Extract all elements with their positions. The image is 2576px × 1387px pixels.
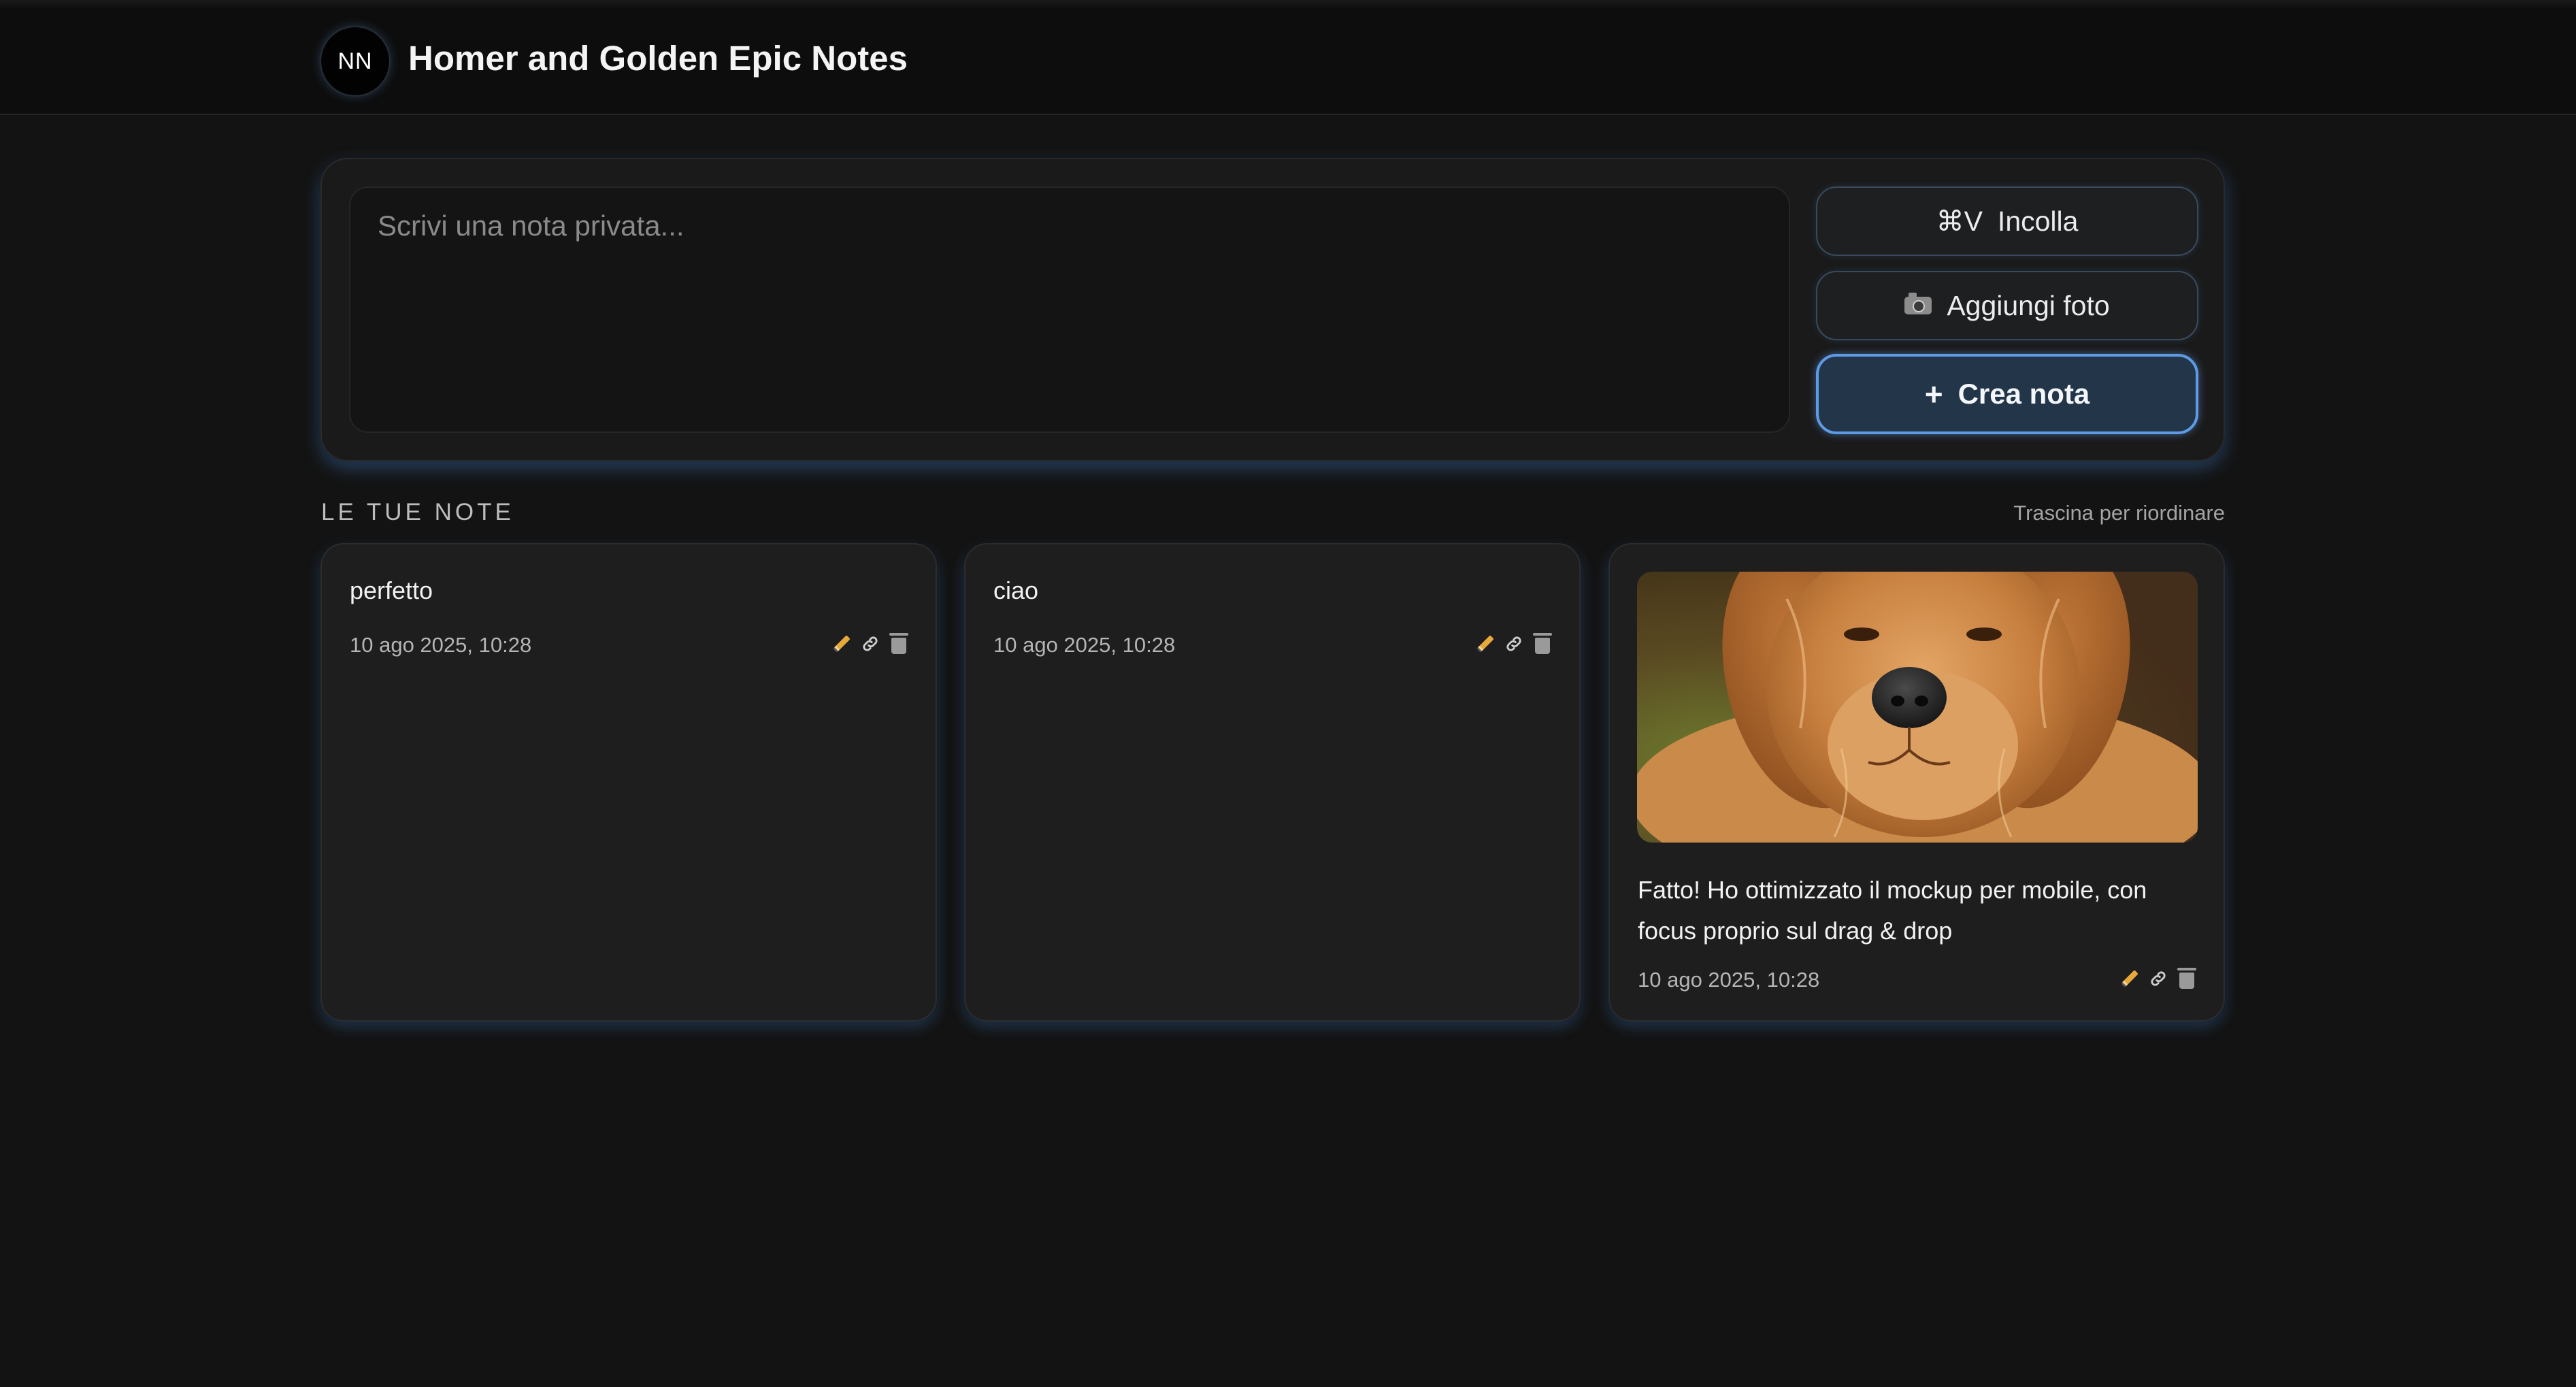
avatar[interactable]: NN [321, 27, 389, 95]
reorder-hint: Trascina per riordinare [2013, 501, 2225, 525]
note-input[interactable] [349, 186, 1790, 433]
plus-icon: + [1924, 376, 1943, 412]
camera-icon [1904, 293, 1932, 314]
note-actions [1474, 633, 1553, 655]
note-text: Fatto! Ho ottimizzato il mockup per mobi… [1638, 876, 2147, 945]
note-date: 10 ago 2025, 10:28 [1638, 968, 1820, 992]
delete-button[interactable] [888, 633, 910, 655]
create-note-button-label: Crea nota [1958, 378, 2090, 410]
add-photo-button[interactable]: Aggiungi foto [1816, 271, 2198, 340]
link-button[interactable] [2147, 968, 2169, 990]
link-icon [1506, 636, 1521, 651]
top-bar: NN Homer and Golden Epic Notes [0, 0, 2576, 115]
pencil-icon [833, 635, 851, 653]
note-date: 10 ago 2025, 10:28 [350, 633, 532, 657]
link-button[interactable] [1503, 633, 1525, 655]
edit-button[interactable] [1474, 633, 1496, 655]
app-title: Homer and Golden Epic Notes [408, 39, 908, 78]
notes-section-title: LE TUE NOTE [321, 499, 514, 525]
link-button[interactable] [859, 633, 881, 655]
note-card[interactable]: ciao 10 ago 2025, 10:28 [964, 543, 1581, 1022]
note-text: ciao [993, 576, 1039, 604]
trash-icon [889, 633, 908, 654]
note-photo[interactable] [1637, 572, 2198, 843]
create-note-button[interactable]: + Crea nota [1816, 354, 2198, 434]
note-composer: ⌘V Incolla Aggiungi foto + Crea nota [320, 158, 2225, 461]
trash-icon [2177, 968, 2196, 989]
note-date: 10 ago 2025, 10:28 [993, 633, 1176, 657]
note-card[interactable]: Fatto! Ho ottimizzato il mockup per mobi… [1608, 543, 2225, 1022]
note-actions [831, 633, 910, 655]
pencil-icon [2121, 970, 2139, 988]
golden-retriever-image [1637, 572, 2198, 843]
note-card[interactable]: perfetto 10 ago 2025, 10:28 [320, 543, 937, 1022]
trash-icon [1533, 633, 1552, 654]
paste-button-label: Incolla [1997, 205, 2079, 237]
note-text: perfetto [350, 576, 433, 604]
add-photo-button-label: Aggiungi foto [1947, 289, 2110, 321]
paste-button[interactable]: ⌘V Incolla [1816, 186, 2198, 256]
note-actions [2119, 968, 2198, 990]
edit-button[interactable] [2119, 968, 2141, 990]
delete-button[interactable] [2176, 968, 2198, 990]
delete-button[interactable] [1532, 633, 1553, 655]
edit-button[interactable] [831, 633, 853, 655]
pencil-icon [1476, 635, 1494, 653]
link-icon [863, 636, 878, 651]
link-icon [2151, 971, 2166, 986]
command-v-icon: ⌘V [1936, 206, 1983, 237]
